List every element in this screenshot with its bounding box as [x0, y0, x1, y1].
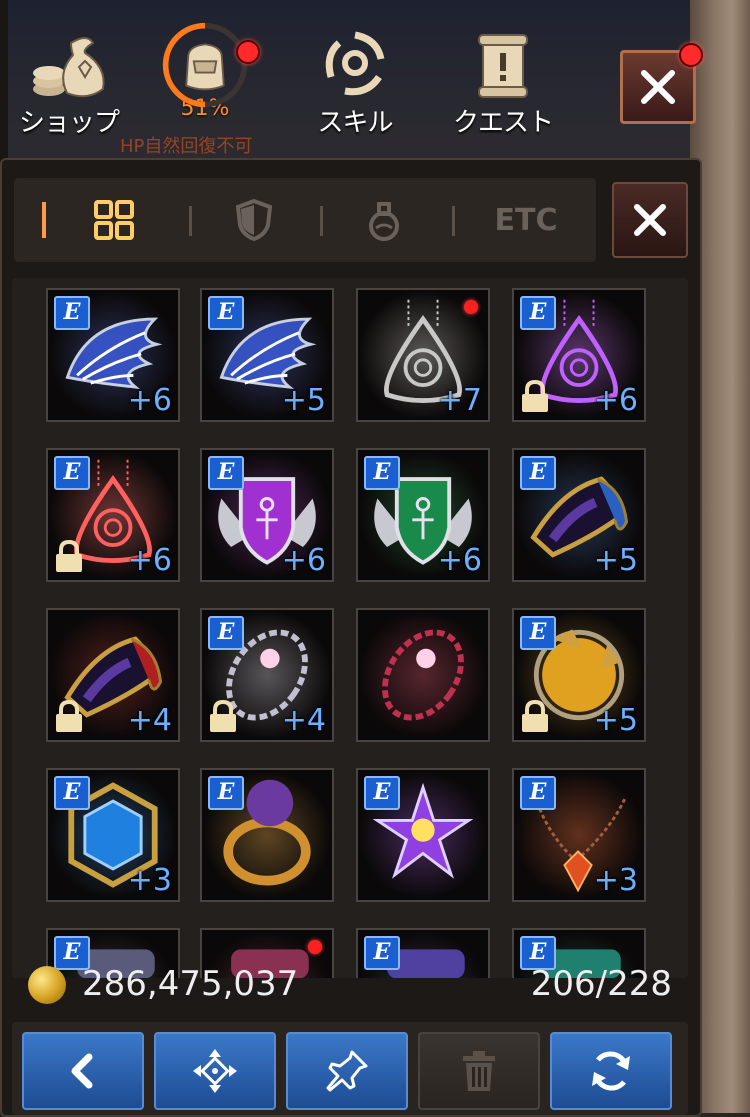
- equipped-badge: E: [520, 296, 556, 330]
- tab-all-items[interactable]: [76, 178, 152, 262]
- enhance-level: +3: [127, 863, 172, 898]
- tab-etc[interactable]: ETC: [476, 178, 576, 262]
- inventory-slot[interactable]: E +5: [512, 608, 646, 742]
- move-icon: [193, 1049, 237, 1093]
- enhance-level: +6: [281, 543, 326, 578]
- lock-icon: [54, 540, 84, 574]
- shop-label: ショップ: [18, 108, 120, 138]
- armor-tab-icon: [235, 199, 273, 241]
- tab-armor[interactable]: [214, 178, 294, 262]
- bag-icon: [160, 20, 260, 110]
- equipped-badge: E: [208, 616, 244, 650]
- gold-amount: 286,475,037: [82, 964, 299, 1004]
- potion-tab-icon: [369, 202, 399, 241]
- back-button[interactable]: [22, 1032, 144, 1110]
- bag-notification-dot: [236, 40, 260, 64]
- enhance-level: +6: [437, 543, 482, 578]
- inventory-slot[interactable]: [356, 608, 490, 742]
- tab-divider: [452, 206, 455, 236]
- equipped-badge: E: [208, 776, 244, 810]
- inventory-slot[interactable]: E +5: [512, 448, 646, 582]
- equipped-badge: E: [208, 296, 244, 330]
- equipped-badge: E: [208, 456, 244, 490]
- tab-potion[interactable]: [344, 178, 424, 262]
- inventory-capacity: 206/228: [530, 964, 672, 1004]
- refresh-icon: [592, 1051, 630, 1091]
- equipped-badge: E: [54, 776, 90, 810]
- new-item-dot: [464, 300, 478, 314]
- inventory-slot[interactable]: +4: [46, 608, 180, 742]
- equipped-badge: E: [54, 456, 90, 490]
- sort-button[interactable]: [550, 1032, 672, 1110]
- inventory-slot[interactable]: E +4: [200, 608, 334, 742]
- close-notification-dot: [679, 43, 703, 67]
- inventory-slot[interactable]: E +3: [46, 768, 180, 902]
- equipped-badge: E: [364, 456, 400, 490]
- lock-icon: [520, 380, 550, 414]
- enhance-level: +7: [437, 383, 482, 418]
- enhance-level: +6: [593, 383, 638, 418]
- all-items-icon: [94, 200, 134, 240]
- inventory-slot[interactable]: E +6: [46, 448, 180, 582]
- lock-icon: [520, 700, 550, 734]
- equipped-badge: E: [364, 776, 400, 810]
- quest-button[interactable]: クエスト: [448, 20, 558, 139]
- top-menu-bar: ショップ 51% HP自然回復不可 スキル クエスト: [0, 0, 720, 157]
- close-icon: [634, 204, 666, 236]
- skill-label: スキル: [317, 108, 393, 138]
- inventory-slot[interactable]: E: [200, 768, 334, 902]
- pin-icon: [326, 1050, 368, 1092]
- enhance-level: +6: [127, 543, 172, 578]
- shop-icon: [24, 20, 114, 110]
- inventory-slot[interactable]: E +6: [200, 448, 334, 582]
- enhance-level: +4: [127, 703, 172, 738]
- quest-label: クエスト: [452, 108, 554, 138]
- pin-button[interactable]: [286, 1032, 408, 1110]
- equipped-badge: E: [520, 616, 556, 650]
- close-inventory-button[interactable]: [612, 182, 688, 258]
- shop-button[interactable]: ショップ: [14, 20, 124, 139]
- equipped-badge: E: [520, 776, 556, 810]
- inventory-panel: ETC E +6 E +5 +7 E +6 E +6 E +6 E +6 E +…: [0, 158, 702, 1117]
- currency-row: 286,475,037 206/228: [22, 960, 682, 1010]
- new-item-dot: [308, 940, 322, 954]
- trash-icon: [463, 1051, 495, 1091]
- inventory-slot[interactable]: E +5: [200, 288, 334, 422]
- enhance-level: +5: [281, 383, 326, 418]
- move-button[interactable]: [154, 1032, 276, 1110]
- inventory-grid: E +6 E +5 +7 E +6 E +6 E +6 E +6 E +5 +4…: [12, 278, 688, 978]
- enhance-level: +6: [127, 383, 172, 418]
- equipment-tab-icon: [42, 202, 46, 238]
- tab-divider: [189, 206, 192, 236]
- inventory-slot[interactable]: +7: [356, 288, 490, 422]
- inventory-slot[interactable]: E +6: [46, 288, 180, 422]
- inventory-slot[interactable]: E +6: [512, 288, 646, 422]
- etc-tab-label: ETC: [494, 202, 558, 238]
- equipped-badge: E: [520, 456, 556, 490]
- equipped-badge: E: [54, 296, 90, 330]
- inventory-slot[interactable]: E: [356, 768, 490, 902]
- enhance-level: +4: [281, 703, 326, 738]
- close-menu-button[interactable]: [620, 43, 703, 124]
- tab-equipped[interactable]: [24, 178, 64, 262]
- skill-icon: [310, 20, 400, 110]
- enhance-level: +3: [593, 863, 638, 898]
- tab-divider: [320, 206, 323, 236]
- hp-notice: HP自然回復不可: [120, 136, 253, 157]
- quest-icon: [458, 20, 548, 110]
- close-icon: [641, 70, 675, 104]
- enhance-level: +5: [593, 543, 638, 578]
- lock-icon: [54, 700, 84, 734]
- inventory-tabs: ETC: [14, 178, 596, 262]
- delete-button[interactable]: [418, 1032, 540, 1110]
- action-bar: [12, 1022, 688, 1115]
- enhance-level: +5: [593, 703, 638, 738]
- bag-button[interactable]: 51%: [150, 20, 260, 121]
- lock-icon: [208, 700, 238, 734]
- back-icon: [71, 1053, 93, 1089]
- inventory-slot[interactable]: E +6: [356, 448, 490, 582]
- inventory-slot[interactable]: E +3: [512, 768, 646, 902]
- skill-button[interactable]: スキル: [300, 20, 410, 139]
- coin-icon: [28, 966, 66, 1004]
